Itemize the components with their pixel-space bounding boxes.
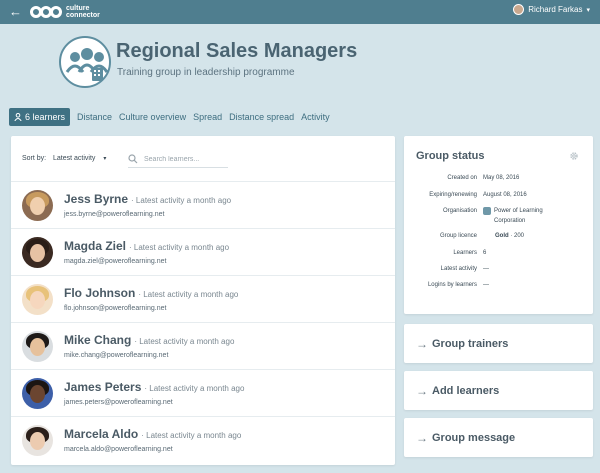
learner-email: marcela.aldo@poweroflearning.net	[64, 446, 173, 453]
avatar	[22, 237, 53, 268]
status-title: Group status	[416, 150, 485, 162]
learner-email: magda.ziel@poweroflearning.net	[64, 258, 167, 265]
learners-toolbar: Sort by: Latest activity ▾	[11, 136, 395, 182]
tab-culture-overview[interactable]: Culture overview	[119, 108, 186, 126]
arrow-right-icon: →	[416, 336, 428, 351]
learner-row[interactable]: James Peters · Latest activity a month ag…	[11, 370, 395, 417]
sort-label: Sort by:	[22, 155, 47, 162]
tab-learners[interactable]: 6 learners	[9, 108, 71, 126]
gear-icon[interactable]	[569, 151, 579, 161]
learner-activity: · Latest activity a month ago	[134, 337, 235, 346]
learner-name[interactable]: James Peters	[64, 380, 141, 394]
licence-label: Group licence	[439, 233, 477, 239]
licence-value: Gold · 200	[483, 233, 524, 239]
learners-label: Learners	[453, 250, 477, 256]
latest-value: —	[483, 266, 489, 272]
created-value: May 08, 2016	[483, 175, 520, 181]
learners-panel: Sort by: Latest activity▾ Jess Byrne· La…	[11, 136, 395, 465]
learner-email: mike.chang@poweroflearning.net	[64, 352, 169, 359]
tab-distance-spread[interactable]: Distance spread	[229, 108, 294, 126]
tab-activity[interactable]: Activity	[301, 108, 330, 126]
logins-label: Logins by learners	[427, 282, 477, 288]
org-name: Power of Learning Corporation	[494, 208, 543, 224]
sort-value: Latest activity	[53, 155, 96, 162]
caret-down-icon: ▾	[103, 156, 107, 162]
logo-mark	[30, 6, 62, 18]
expiring-label: Expiring/renewing	[429, 192, 477, 198]
licence-tier: Gold	[495, 233, 509, 239]
group-tabs: 6 learners Distance Culture overview Spr…	[9, 108, 337, 126]
avatar	[22, 284, 53, 315]
person-icon	[14, 113, 22, 121]
add-learners-button[interactable]: → Add learners	[404, 371, 593, 410]
search-box	[128, 151, 228, 168]
learner-activity: · Latest activity a month ago	[129, 243, 230, 252]
app-logo[interactable]: culture connector	[30, 3, 100, 21]
learner-row[interactable]: Flo Johnson · Latest activity a month ago…	[11, 276, 395, 323]
group-message-label: Group message	[432, 431, 516, 444]
learner-activity: · Latest activity a month ago	[138, 290, 239, 299]
learner-row[interactable]: Mike Chang · Latest activity a month ago …	[11, 323, 395, 370]
sort-select[interactable]: Latest activity ▾	[53, 153, 106, 164]
learner-row[interactable]: Magda Ziel · Latest activity a month ago …	[11, 229, 395, 276]
back-arrow-icon[interactable]: ←	[9, 4, 22, 20]
group-avatar	[59, 36, 111, 88]
avatar	[22, 425, 53, 456]
tab-spread[interactable]: Spread	[193, 108, 222, 126]
learner-name[interactable]: Mike Chang	[64, 333, 131, 347]
learner-name[interactable]: Jess Byrne	[64, 192, 128, 206]
search-input[interactable]	[144, 155, 224, 163]
arrow-right-icon: →	[416, 383, 428, 398]
group-trainers-button[interactable]: → Group trainers	[404, 324, 593, 363]
learner-activity: · Latest activity a month ago	[131, 196, 232, 205]
created-label: Created on	[447, 175, 477, 181]
learner-activity: · Latest activity a month ago	[144, 384, 245, 393]
learner-email: jess.byrne@poweroflearning.net	[64, 211, 165, 218]
org-label: Organisation	[442, 208, 477, 214]
arrow-right-icon: →	[416, 430, 428, 445]
learner-name[interactable]: Marcela Aldo	[64, 427, 138, 441]
avatar	[22, 190, 53, 221]
licence-count: · 200	[510, 233, 525, 239]
group-message-button[interactable]: → Group message	[404, 418, 593, 457]
group-trainers-label: Group trainers	[432, 337, 509, 350]
learner-name[interactable]: Magda Ziel	[64, 239, 126, 253]
learner-activity: · Latest activity a month ago	[141, 431, 242, 440]
logo-text: culture connector	[66, 5, 100, 19]
user-name: Richard Farkas	[528, 5, 583, 14]
learners-value: 6	[483, 250, 487, 256]
group-subtitle: Training group in leadership programme	[117, 67, 295, 78]
chevron-down-icon: ▾	[586, 6, 590, 14]
learner-row[interactable]: Marcela Aldo · Latest activity a month ag…	[11, 417, 395, 464]
group-title: Regional Sales Managers	[116, 40, 358, 62]
learner-name[interactable]: Flo Johnson	[64, 286, 135, 300]
search-icon	[128, 154, 138, 164]
latest-label: Latest activity	[440, 266, 477, 272]
expiring-value: August 08, 2016	[483, 192, 527, 198]
add-learners-label: Add learners	[432, 384, 500, 397]
avatar	[22, 378, 53, 409]
learner-row[interactable]: Jess Byrne · Latest activity a month ago …	[11, 182, 395, 229]
group-status-card: Group status Created on May 08, 2016 Exp…	[404, 136, 593, 314]
user-avatar	[513, 4, 525, 15]
learner-email: james.peters@poweroflearning.net	[64, 399, 173, 406]
top-bar: ← culture connector Richard Farkas ▾	[0, 0, 600, 24]
avatar	[22, 331, 53, 362]
user-menu[interactable]: Richard Farkas ▾	[513, 4, 590, 15]
organisation-icon	[483, 207, 491, 215]
logins-value: —	[483, 282, 489, 288]
tab-distance[interactable]: Distance	[77, 108, 112, 126]
learner-email: flo.johnson@poweroflearning.net	[64, 305, 167, 312]
org-value: Power of Learning Corporation	[483, 206, 574, 226]
tab-learners-label: 6 learners	[25, 112, 66, 122]
